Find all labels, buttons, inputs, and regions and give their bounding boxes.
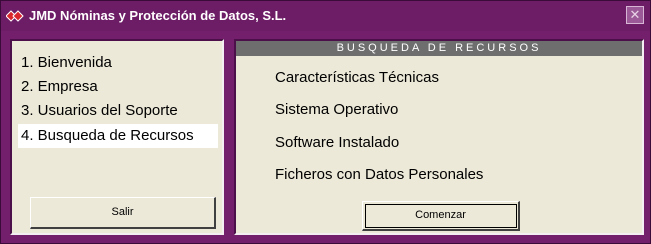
steps-panel: 1. Bienvenida 2. Empresa 3. Usuarios del… xyxy=(10,39,224,235)
start-button[interactable]: Comenzar xyxy=(362,201,520,231)
close-icon: ✕ xyxy=(629,7,641,22)
app-logo-icon xyxy=(5,9,24,22)
client-area: 1. Bienvenida 2. Empresa 3. Usuarios del… xyxy=(7,33,646,239)
resource-sistema-operativo: Sistema Operativo xyxy=(275,101,399,118)
step-busqueda-recursos[interactable]: 4. Busqueda de Recursos xyxy=(18,124,218,148)
window-title: JMD Nóminas y Protección de Datos, S.L. xyxy=(29,8,287,23)
exit-button[interactable]: Salir xyxy=(30,197,216,229)
resource-caracteristicas-tecnicas: Características Técnicas xyxy=(275,69,439,86)
resource-ficheros-datos-personales: Ficheros con Datos Personales xyxy=(275,166,484,183)
step-bienvenida[interactable]: 1. Bienvenida xyxy=(18,51,218,75)
step-usuarios-soporte[interactable]: 3. Usuarios del Soporte xyxy=(18,99,218,123)
resource-software-instalado: Software Instalado xyxy=(275,134,400,151)
resource-search-panel: BUSQUEDA DE RECURSOS Características Téc… xyxy=(234,39,644,235)
title-bar[interactable]: JMD Nóminas y Protección de Datos, S.L. … xyxy=(1,1,650,31)
app-window: JMD Nóminas y Protección de Datos, S.L. … xyxy=(0,0,651,244)
close-button[interactable]: ✕ xyxy=(626,6,644,24)
step-empresa[interactable]: 2. Empresa xyxy=(18,75,218,99)
panel-header: BUSQUEDA DE RECURSOS xyxy=(236,41,642,56)
